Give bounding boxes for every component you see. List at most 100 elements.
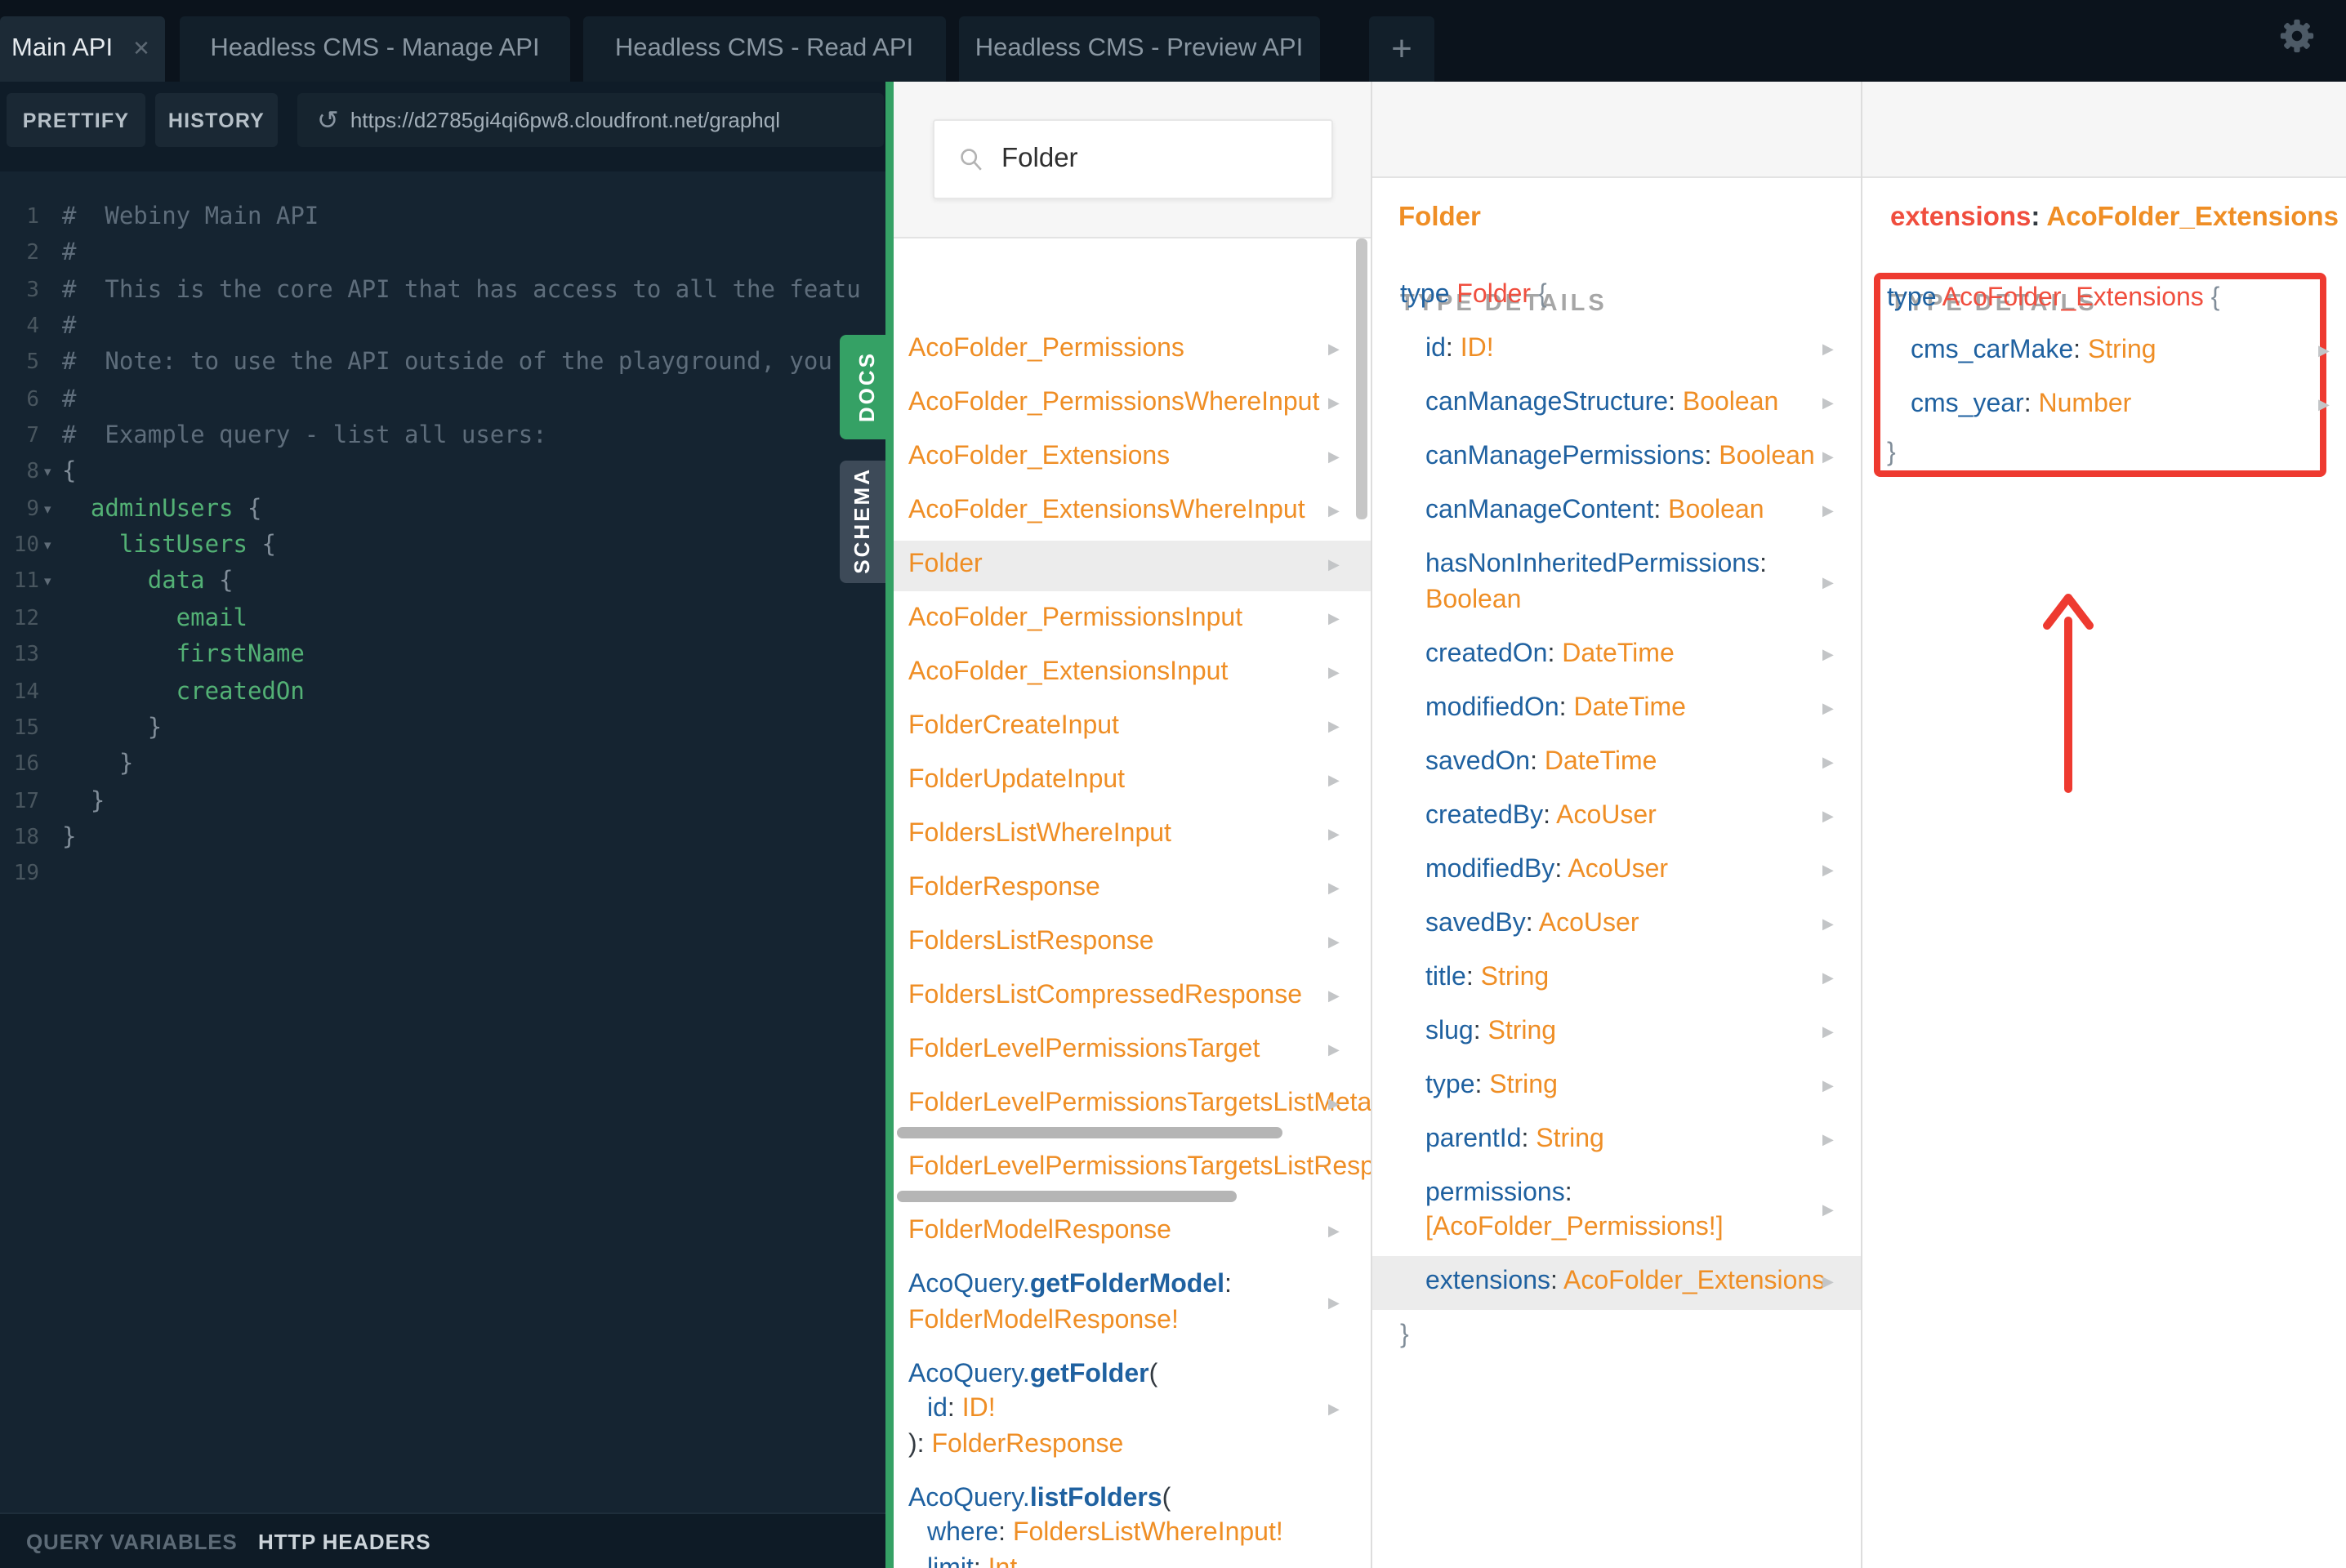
docs-list-item[interactable]: FoldersListResponse <box>908 928 1154 957</box>
fold-caret-icon[interactable]: ▾ <box>44 464 51 482</box>
docs-list-item[interactable]: AcoFolder_Extensions <box>908 443 1170 472</box>
type-field-row-wrap[interactable]: [AcoFolder_Permissions!] <box>1425 1214 1724 1243</box>
docs-list-item[interactable]: FoldersListCompressedResponse <box>908 982 1302 1011</box>
gear-icon[interactable] <box>2279 18 2315 54</box>
type-field-row-wrap[interactable]: Boolean <box>1425 586 1521 615</box>
type-field-row[interactable]: permissions: <box>1425 1178 1572 1208</box>
docs-list-item[interactable]: AcoFolder_ExtensionsInput <box>908 658 1228 688</box>
type-field-row[interactable]: cms_year: Number <box>1911 390 2131 420</box>
type-field-row[interactable]: createdOn: DateTime <box>1425 639 1675 669</box>
new-tab-button[interactable]: + <box>1369 16 1434 82</box>
type-field-row[interactable]: createdBy: AcoUser <box>1425 801 1657 831</box>
history-button[interactable]: HISTORY <box>155 93 278 147</box>
tab-main-api[interactable]: Main API ✕ <box>0 16 165 82</box>
fold-caret-icon[interactable]: ▾ <box>44 573 51 591</box>
docs-list-item[interactable]: FolderUpdateInput <box>908 766 1125 795</box>
docs-list-item[interactable]: AcoQuery.listFolders( <box>908 1484 1171 1513</box>
query-variables-tab[interactable]: QUERY VARIABLES <box>26 1529 238 1553</box>
chevron-right-icon: ▶ <box>2318 342 2330 359</box>
chevron-right-icon: ▶ <box>1328 610 1340 626</box>
chevron-right-icon: ▶ <box>1822 699 1834 715</box>
chevron-right-icon: ▶ <box>1822 861 1834 877</box>
docs-list-item[interactable]: AcoFolder_ExtensionsWhereInput <box>908 497 1305 526</box>
type-field-row[interactable]: savedBy: AcoUser <box>1425 909 1639 938</box>
code-line: 10 ▾ listUsers { <box>0 528 885 564</box>
docs-list-item[interactable]: id: ID! <box>927 1395 996 1424</box>
line-number: 19 <box>13 862 39 887</box>
tab-headless-cms-read-api[interactable]: Headless CMS - Read API <box>583 16 945 82</box>
type-field-row[interactable]: modifiedBy: AcoUser <box>1425 855 1668 884</box>
docs-list-item[interactable]: FolderLevelPermissionsTargetsListMeta <box>908 1089 1370 1119</box>
chevron-right-icon: ▶ <box>1822 645 1834 662</box>
chevron-right-icon: ▶ <box>2318 396 2330 412</box>
docs-list-scrollbar[interactable] <box>1356 238 1367 519</box>
type-field-row[interactable]: hasNonInheritedPermissions: <box>1425 550 1767 580</box>
line-number: 2 <box>26 241 39 266</box>
type-field-row[interactable]: title: String <box>1425 963 1549 992</box>
docs-search-header <box>894 82 1370 238</box>
code-line: 19 <box>0 856 885 893</box>
docs-list-item[interactable]: ): FolderResponse <box>908 1430 1123 1459</box>
line-number: 1 <box>26 204 39 229</box>
tab-headless-cms-manage-api[interactable]: Headless CMS - Manage API <box>180 16 570 82</box>
type-field-row[interactable]: canManageContent: Boolean <box>1425 497 1764 526</box>
docs-list-item[interactable]: Folder <box>908 550 983 580</box>
docs-list-item[interactable]: AcoFolder_PermissionsInput <box>908 604 1242 634</box>
horizontal-scrollbar[interactable] <box>897 1190 1237 1201</box>
type-signature-open: type Folder { <box>1400 281 1547 309</box>
horizontal-scrollbar[interactable] <box>897 1127 1282 1138</box>
chevron-right-icon: ▶ <box>1822 394 1834 411</box>
docs-list-item[interactable]: where: FoldersListWhereInput! <box>927 1519 1283 1548</box>
type-field-row[interactable]: type: String <box>1425 1071 1558 1100</box>
chevron-right-icon: ▶ <box>1822 341 1834 357</box>
docs-list-item[interactable]: FolderResponse <box>908 874 1100 903</box>
type-field-row[interactable]: modifiedOn: DateTime <box>1425 693 1686 723</box>
type-field-row[interactable]: canManageStructure: Boolean <box>1425 389 1778 418</box>
docs-list-item[interactable]: FolderModelResponse <box>908 1217 1171 1246</box>
query-editor[interactable]: 1 # Webiny Main API 2 #3 # This is the core … <box>0 172 885 1512</box>
line-number: 16 <box>13 752 39 777</box>
docs-list-item[interactable]: AcoQuery.getFolder( <box>908 1360 1157 1389</box>
fold-caret-icon[interactable]: ▾ <box>44 501 51 519</box>
refresh-icon[interactable]: ↺ <box>297 104 350 136</box>
docs-list-item[interactable]: FolderLevelPermissionsTargetsListRespo <box>908 1153 1370 1183</box>
chevron-right-icon: ▶ <box>1328 341 1340 357</box>
chevron-right-icon: ▶ <box>1328 502 1340 519</box>
code-line: 17 } <box>0 783 885 820</box>
type-field-row[interactable]: id: ID! <box>1425 335 1494 364</box>
prettify-button[interactable]: PRETTIFY <box>7 93 145 147</box>
search-icon <box>961 149 982 171</box>
docs-list-item[interactable]: FoldersListWhereInput <box>908 820 1171 849</box>
close-tab-icon[interactable]: ✕ <box>129 36 167 62</box>
docs-side-tab[interactable]: DOCS <box>839 335 894 439</box>
fold-caret-icon[interactable]: ▾ <box>44 537 51 555</box>
docs-list-item[interactable]: FolderLevelPermissionsTarget <box>908 1036 1260 1065</box>
docs-list-item[interactable]: AcoQuery.getFolderModel: <box>908 1271 1232 1300</box>
chevron-right-icon: ▶ <box>1328 556 1340 572</box>
type-field-row[interactable]: savedOn: DateTime <box>1425 747 1657 777</box>
type-field-row[interactable]: extensions: AcoFolder_Extensions <box>1425 1267 1825 1297</box>
type-field-row[interactable]: parentId: String <box>1425 1125 1604 1154</box>
tab-headless-cms-preview-api[interactable]: Headless CMS - Preview API <box>958 16 1320 82</box>
search-input[interactable] <box>998 142 1282 176</box>
type-field-row[interactable]: slug: String <box>1425 1017 1556 1046</box>
code-line: 15 } <box>0 710 885 746</box>
type-field-row[interactable]: cms_carMake: String <box>1911 336 2156 366</box>
line-number: 14 <box>13 679 39 705</box>
http-headers-tab[interactable]: HTTP HEADERS <box>258 1529 430 1553</box>
docs-list-item[interactable]: AcoFolder_Permissions <box>908 335 1184 364</box>
docs-list-item[interactable]: FolderModelResponse! <box>908 1306 1179 1335</box>
docs-list-item[interactable]: FolderCreateInput <box>908 712 1119 742</box>
docs-search-box[interactable] <box>933 119 1333 199</box>
code-line: 6 # <box>0 381 885 418</box>
line-number: 11 <box>13 569 39 595</box>
chevron-right-icon: ▶ <box>1822 807 1834 823</box>
line-number: 5 <box>26 350 39 376</box>
chevron-right-icon: ▶ <box>1328 1223 1340 1239</box>
type-field-row[interactable]: canManagePermissions: Boolean <box>1425 443 1815 472</box>
schema-side-tab[interactable]: SCHEMA <box>839 460 885 582</box>
plus-icon: + <box>1391 28 1412 69</box>
docs-list-item[interactable]: limit: Int <box>927 1554 1017 1568</box>
endpoint-url-field[interactable]: ↺ https://d2785gi4qi6pw8.cloudfront.net/… <box>297 93 883 147</box>
docs-list-item[interactable]: AcoFolder_PermissionsWhereInput <box>908 389 1319 418</box>
